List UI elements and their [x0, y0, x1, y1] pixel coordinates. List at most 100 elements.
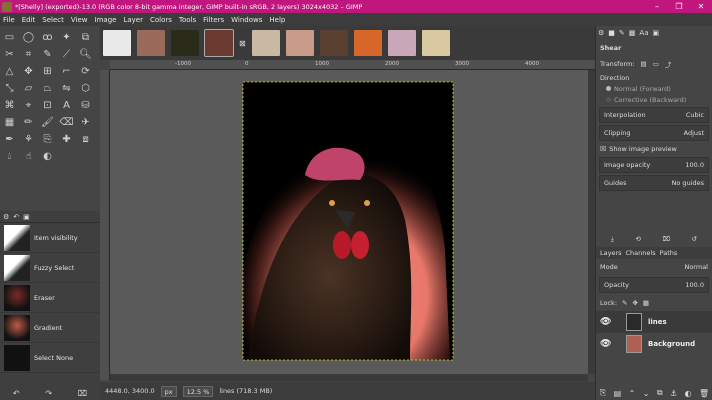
tool-options-icon[interactable]: ⚙ — [598, 29, 604, 37]
image-tab[interactable] — [251, 30, 280, 56]
layer-row[interactable]: 👁︎ lines — [596, 311, 712, 333]
paintbrush-icon[interactable]: 🖌︎ — [39, 115, 56, 130]
image-tab[interactable] — [137, 30, 165, 56]
blur-icon[interactable]: 💧︎ — [1, 149, 18, 164]
mask-icon[interactable]: ◐ — [685, 389, 692, 398]
menu-select[interactable]: Select — [42, 16, 64, 24]
gradient-icon[interactable]: ▦ — [1, 115, 18, 130]
direction-normal-radio[interactable]: Normal (Forward) — [596, 83, 712, 94]
pencil-icon[interactable]: ✏ — [20, 115, 37, 130]
canvas-area[interactable] — [110, 70, 588, 374]
duplicate-layer-icon[interactable]: ⧉ — [657, 388, 663, 398]
history-item[interactable]: Select None — [0, 343, 100, 373]
image-tab[interactable] — [171, 30, 199, 56]
unit-select[interactable]: px — [160, 385, 177, 397]
transform-selection-icon[interactable]: ▭ — [653, 60, 659, 68]
lock-position-icon[interactable]: ✥ — [632, 299, 637, 307]
paths-tab[interactable]: Paths — [660, 249, 678, 257]
move-icon[interactable]: ✥ — [20, 64, 37, 79]
ink-icon[interactable]: ✒ — [1, 132, 18, 147]
preview-checkbox[interactable]: ☒ — [600, 145, 606, 153]
menu-edit[interactable]: Edit — [22, 16, 36, 24]
brushes-icon[interactable]: ✎ — [619, 29, 625, 37]
layer-row[interactable]: 👁︎ Background — [596, 333, 712, 355]
menu-windows[interactable]: Windows — [231, 16, 262, 24]
save-options-icon[interactable]: ⤓ — [611, 235, 614, 244]
handle-transform-icon[interactable]: ⌖ — [20, 98, 37, 113]
horizontal-ruler[interactable]: -1000 0 1000 2000 3000 4000 — [110, 60, 595, 70]
images-tab-icon[interactable]: ▣ — [23, 213, 30, 221]
ellipse-select-icon[interactable]: ◯ — [20, 30, 37, 45]
dodge-burn-icon[interactable]: ◐ — [39, 149, 56, 164]
history-item[interactable]: Eraser — [0, 283, 100, 313]
cage-icon[interactable]: ⬡ — [77, 81, 94, 96]
document-history-icon[interactable]: ▣ — [652, 29, 659, 37]
fuzzy-select-icon[interactable]: ✦ — [58, 30, 75, 45]
patterns-icon[interactable]: ▩ — [629, 29, 636, 37]
image-tab[interactable] — [285, 30, 314, 56]
menu-colors[interactable]: Colors — [150, 16, 172, 24]
new-group-icon[interactable]: ▤ — [614, 389, 622, 398]
image-opacity-slider[interactable]: Image opacity 100.0 — [599, 157, 709, 173]
perspective-clone-icon[interactable]: ⧈ — [77, 132, 94, 147]
vertical-ruler[interactable] — [100, 70, 110, 380]
delete-options-icon[interactable]: ⌧ — [663, 235, 671, 243]
menu-image[interactable]: Image — [95, 16, 117, 24]
close-button[interactable]: ✕ — [690, 0, 712, 13]
history-item[interactable]: Fuzzy Select — [0, 253, 100, 283]
lock-pixels-icon[interactable]: ✎ — [622, 299, 627, 307]
transform-path-icon[interactable]: ⤴ — [665, 59, 672, 69]
opacity-slider[interactable]: Opacity 100.0 — [599, 277, 709, 293]
crop-icon[interactable]: ⌗ — [20, 47, 37, 62]
clear-history-icon[interactable]: ⌧ — [78, 389, 87, 398]
crop-tool-icon[interactable]: ⌐ — [58, 64, 75, 79]
zoom-select[interactable]: 12.5 % — [182, 385, 214, 397]
restore-options-icon[interactable]: ⟲ — [635, 235, 640, 243]
raise-layer-icon[interactable]: ⌃ — [629, 389, 636, 398]
new-layer-icon[interactable]: ⎘ — [600, 388, 606, 398]
warp-icon[interactable]: ⌘ — [1, 98, 18, 113]
menu-file[interactable]: File — [3, 16, 15, 24]
heal-icon[interactable]: ✚ — [58, 132, 75, 147]
vertical-scrollbar[interactable] — [588, 70, 595, 374]
history-item[interactable]: Item visibility — [0, 223, 100, 253]
menu-tools[interactable]: Tools — [179, 16, 196, 24]
image-tab-active[interactable] — [204, 29, 234, 57]
image-tab[interactable] — [353, 30, 382, 56]
visibility-eye-icon[interactable]: 👁︎ — [600, 317, 612, 327]
color-picker-icon[interactable]: ⟋ — [58, 47, 75, 62]
paths-icon[interactable]: ✎ — [39, 47, 56, 62]
scissors-icon[interactable]: ✂ — [1, 47, 18, 62]
image-canvas[interactable] — [110, 70, 588, 374]
layers-tab[interactable]: Layers — [600, 249, 622, 257]
rect-select-icon[interactable]: ▭ — [1, 30, 18, 45]
direction-corrective-radio[interactable]: Corrective (Backward) — [596, 94, 712, 105]
image-tab[interactable] — [103, 30, 131, 56]
image-tab[interactable] — [387, 30, 416, 56]
image-tab[interactable] — [421, 30, 450, 56]
free-select-icon[interactable]: ꝏ — [39, 30, 56, 45]
interpolation-select[interactable]: Interpolation Cubic — [599, 107, 709, 123]
undo-tab-icon[interactable]: ↶ — [13, 213, 19, 221]
lower-layer-icon[interactable]: ⌄ — [643, 389, 650, 398]
scale-icon[interactable]: ⤡ — [1, 81, 18, 96]
history-item[interactable]: Gradient — [0, 313, 100, 343]
menu-help[interactable]: Help — [269, 16, 285, 24]
redo-icon[interactable]: ↷ — [45, 389, 52, 398]
clipping-select[interactable]: Clipping Adjust — [599, 125, 709, 141]
zoom-icon[interactable]: 🔍︎ — [77, 47, 94, 62]
align-icon[interactable]: ⊞ — [39, 64, 56, 79]
close-tab-icon[interactable]: ⊠ — [239, 39, 246, 48]
maximize-button[interactable]: ❐ — [668, 0, 690, 13]
eraser-icon[interactable]: ⌫ — [58, 115, 75, 130]
foreground-select-icon[interactable]: ⧉ — [77, 30, 94, 45]
airbrush-icon[interactable]: ✈ — [77, 115, 94, 130]
lock-alpha-icon[interactable]: ▦ — [643, 299, 649, 307]
text-icon[interactable]: A — [58, 98, 75, 113]
perspective-icon[interactable]: ⏢ — [39, 81, 56, 96]
bucket-fill-icon[interactable]: ⛁ — [77, 98, 94, 113]
horizontal-scrollbar[interactable] — [110, 374, 588, 381]
rotate-icon[interactable]: ⟳ — [77, 64, 94, 79]
mode-select[interactable]: Normal — [684, 263, 708, 271]
image-tab[interactable] — [319, 30, 348, 56]
